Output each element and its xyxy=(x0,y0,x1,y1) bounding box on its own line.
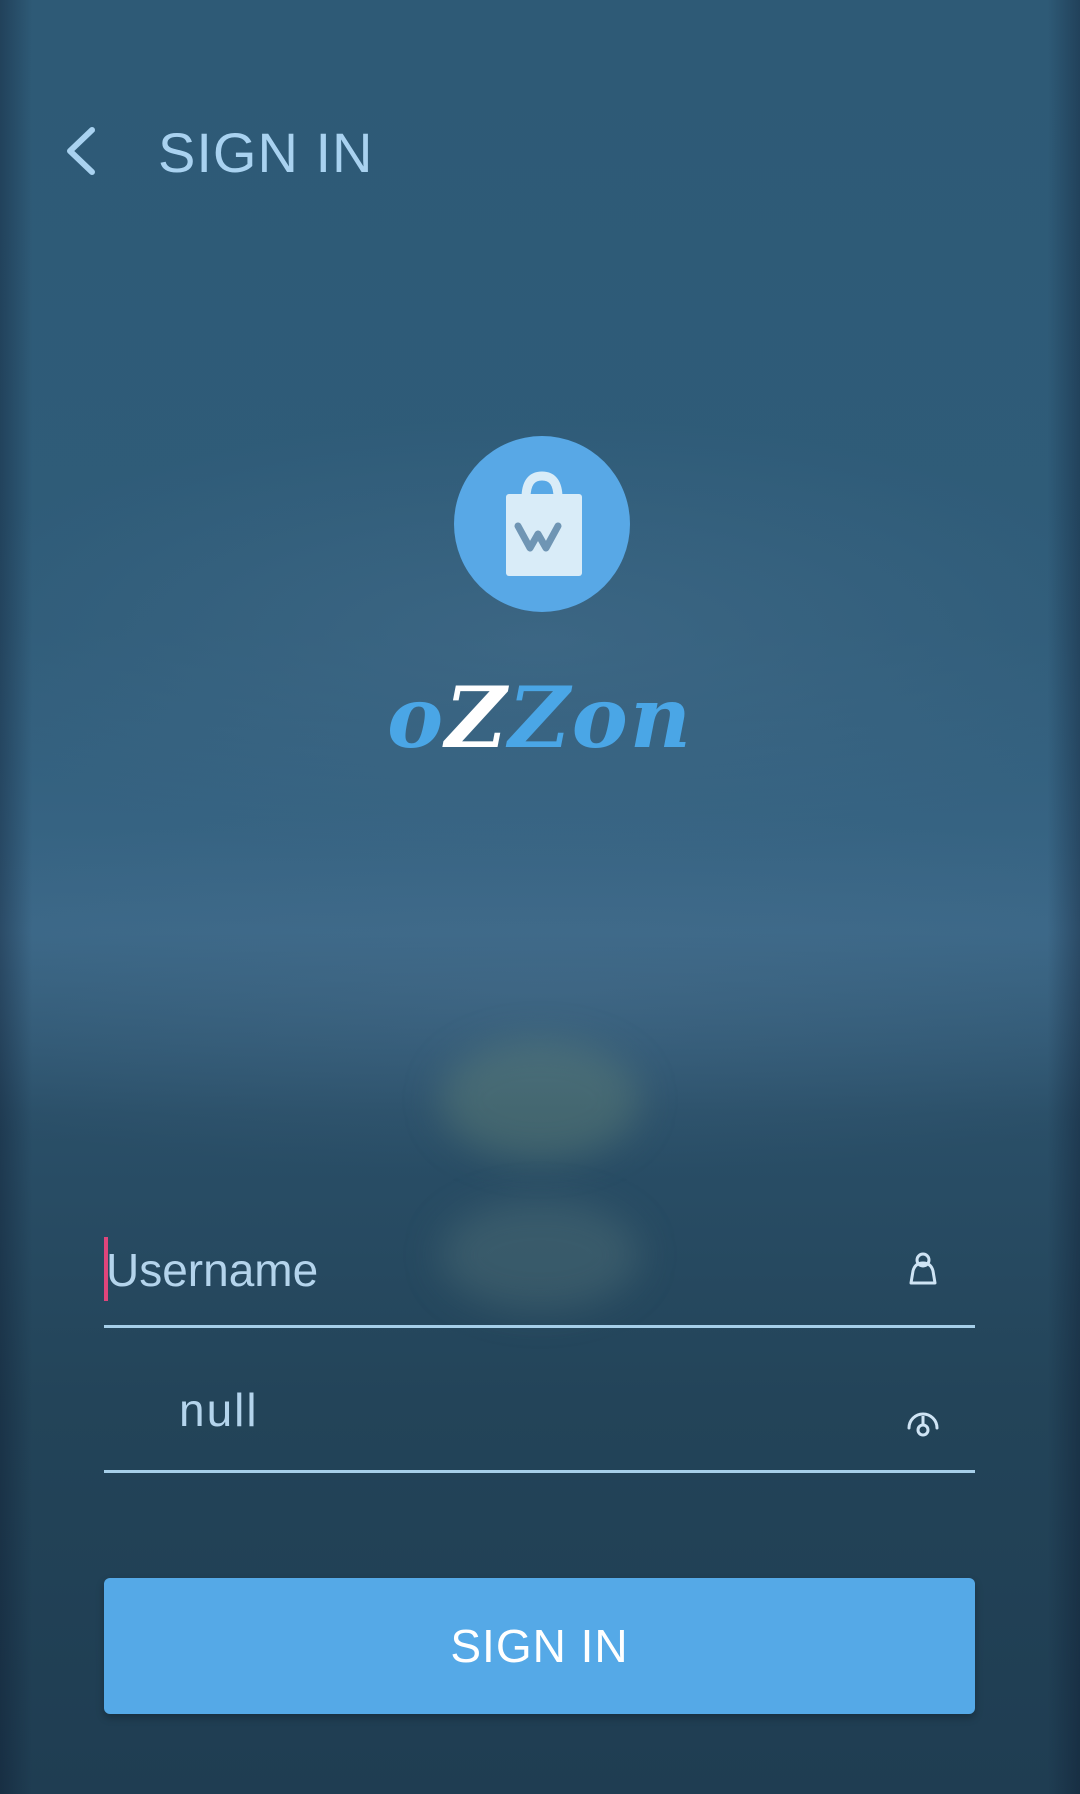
brand-name: oZZon xyxy=(340,668,740,768)
brand-name-part: Z xyxy=(445,668,509,767)
top-bar: SIGN IN xyxy=(0,88,1080,218)
password-input[interactable] xyxy=(179,1375,869,1445)
username-input[interactable] xyxy=(106,1235,866,1305)
username-field xyxy=(104,1235,975,1328)
chevron-left-icon xyxy=(50,116,120,186)
person-icon xyxy=(901,1247,945,1291)
back-button[interactable] xyxy=(50,116,120,186)
background-vignette xyxy=(0,0,1080,1794)
brand-name-part: Zon xyxy=(508,668,693,767)
brand-name-part: o xyxy=(387,668,446,767)
app-logo xyxy=(454,436,630,612)
sign-in-button[interactable]: SIGN IN xyxy=(104,1578,975,1714)
background-blur xyxy=(440,1040,640,1160)
password-field xyxy=(104,1375,975,1473)
lock-icon xyxy=(901,1398,945,1442)
page-title: SIGN IN xyxy=(158,121,374,184)
